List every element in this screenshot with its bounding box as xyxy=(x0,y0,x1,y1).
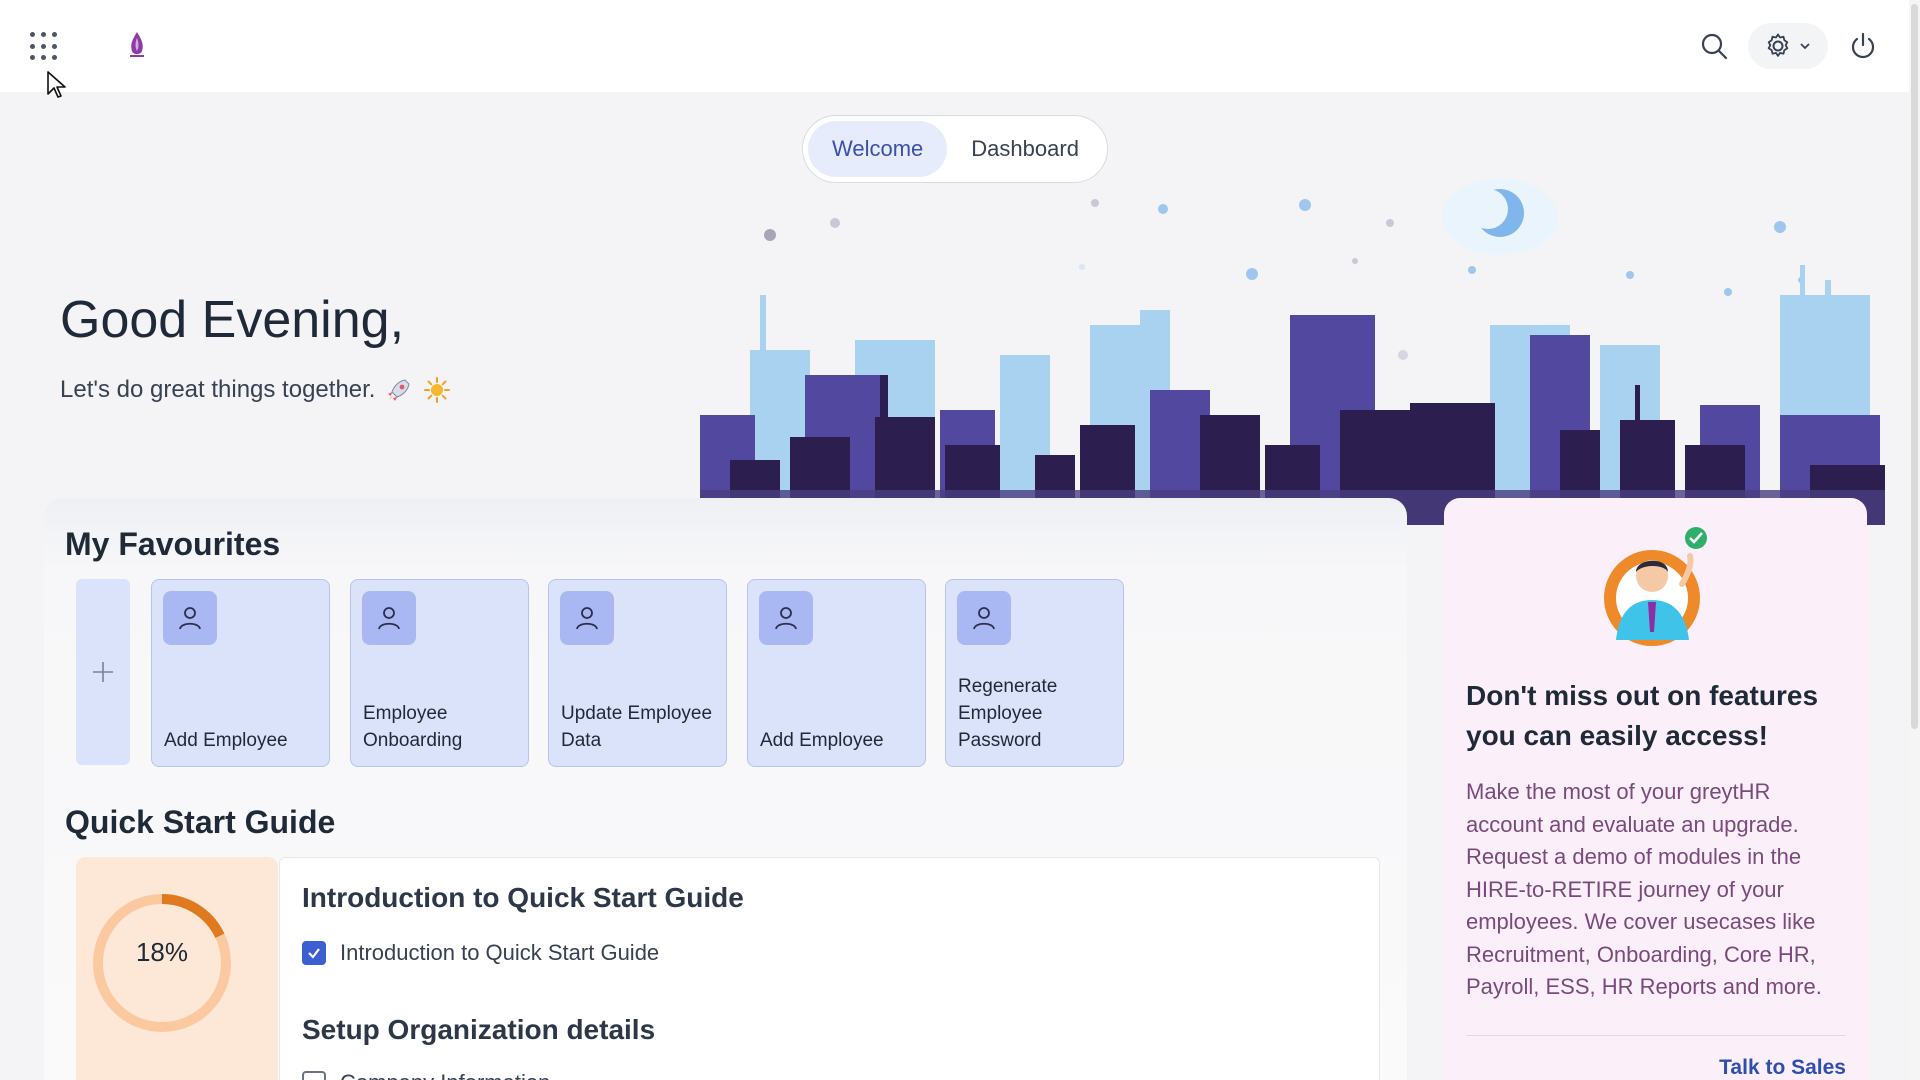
gear-icon xyxy=(1767,33,1789,57)
quick-start-guide-list: Introduction to Quick Start Guide Introd… xyxy=(279,857,1380,1080)
greeting-title: Good Evening, xyxy=(60,291,405,349)
upgrade-promo-card: Don't miss out on features you can easil… xyxy=(1444,498,1867,1080)
guide-checklist-item[interactable]: Introduction to Quick Start Guide xyxy=(302,940,659,966)
progress-percentage: 18% xyxy=(135,937,189,967)
company-logo-icon[interactable] xyxy=(126,30,148,62)
tab-welcome[interactable]: Welcome xyxy=(808,121,948,177)
plus-icon xyxy=(93,662,113,682)
guide-section-heading: Introduction to Quick Start Guide xyxy=(302,882,744,913)
apps-grid-icon[interactable] xyxy=(30,32,60,62)
city-skyline-illustration xyxy=(700,179,1885,525)
favourite-card-employee-onboarding[interactable]: Employee Onboarding xyxy=(350,579,529,767)
support-person-illustration xyxy=(1604,527,1707,646)
user-icon xyxy=(560,591,614,645)
view-tabs: Welcome Dashboard xyxy=(802,115,1108,183)
tab-dashboard[interactable]: Dashboard xyxy=(947,121,1103,177)
scrollbar-thumb[interactable] xyxy=(1911,4,1918,729)
rocket-icon xyxy=(388,379,411,401)
checkbox-unchecked[interactable] xyxy=(302,1071,326,1080)
top-header xyxy=(0,0,1909,92)
guide-item-label: Introduction to Quick Start Guide xyxy=(340,940,660,965)
favourite-card-label: Add Employee xyxy=(760,730,884,751)
favourite-card-add-employee[interactable]: Add Employee xyxy=(151,579,330,767)
favourite-card-label: Update Employee Data xyxy=(561,703,713,751)
user-icon xyxy=(163,591,217,645)
favourite-card-label: Employee Onboarding xyxy=(363,703,463,751)
favourite-card-label: Regenerate Employee Password xyxy=(958,676,1058,751)
page-scrollbar[interactable] xyxy=(1909,0,1920,1080)
mouse-cursor-icon xyxy=(47,71,66,98)
guide-section-heading: Setup Organization details xyxy=(302,1014,656,1045)
add-favourite-button[interactable] xyxy=(76,579,130,765)
guide-checklist-item[interactable]: Company Information xyxy=(302,1070,550,1080)
chevron-down-icon xyxy=(1800,43,1810,50)
favourite-card-regenerate-password[interactable]: Regenerate Employee Password xyxy=(945,579,1124,767)
power-icon[interactable] xyxy=(1847,30,1879,62)
quick-start-title: Quick Start Guide xyxy=(65,804,336,840)
promo-heading: Don't miss out on features you can easil… xyxy=(1466,680,1819,751)
quick-start-progress: 18% xyxy=(76,857,278,1080)
favourite-card-add-employee-2[interactable]: Add Employee xyxy=(747,579,926,767)
user-icon xyxy=(957,591,1011,645)
guide-item-label: Company Information xyxy=(340,1070,550,1080)
settings-button[interactable] xyxy=(1748,23,1828,69)
user-icon xyxy=(759,591,813,645)
tagline-text: Let's do great things together. xyxy=(60,376,376,403)
greeting-tagline: Let's do great things together. xyxy=(60,376,451,404)
user-icon xyxy=(362,591,416,645)
favourite-card-update-employee-data[interactable]: Update Employee Data xyxy=(548,579,727,767)
search-icon[interactable] xyxy=(1698,30,1730,62)
promo-body: Make the most of your greytHR account an… xyxy=(1466,779,1822,999)
check-icon xyxy=(308,948,320,959)
talk-to-sales-link[interactable]: Talk to Sales xyxy=(1716,1056,1846,1080)
promo-divider xyxy=(1466,1035,1846,1036)
sun-icon xyxy=(424,377,451,403)
favourite-card-label: Add Employee xyxy=(164,730,288,751)
checkbox-checked[interactable] xyxy=(302,941,326,965)
favourites-title: My Favourites xyxy=(65,526,281,562)
